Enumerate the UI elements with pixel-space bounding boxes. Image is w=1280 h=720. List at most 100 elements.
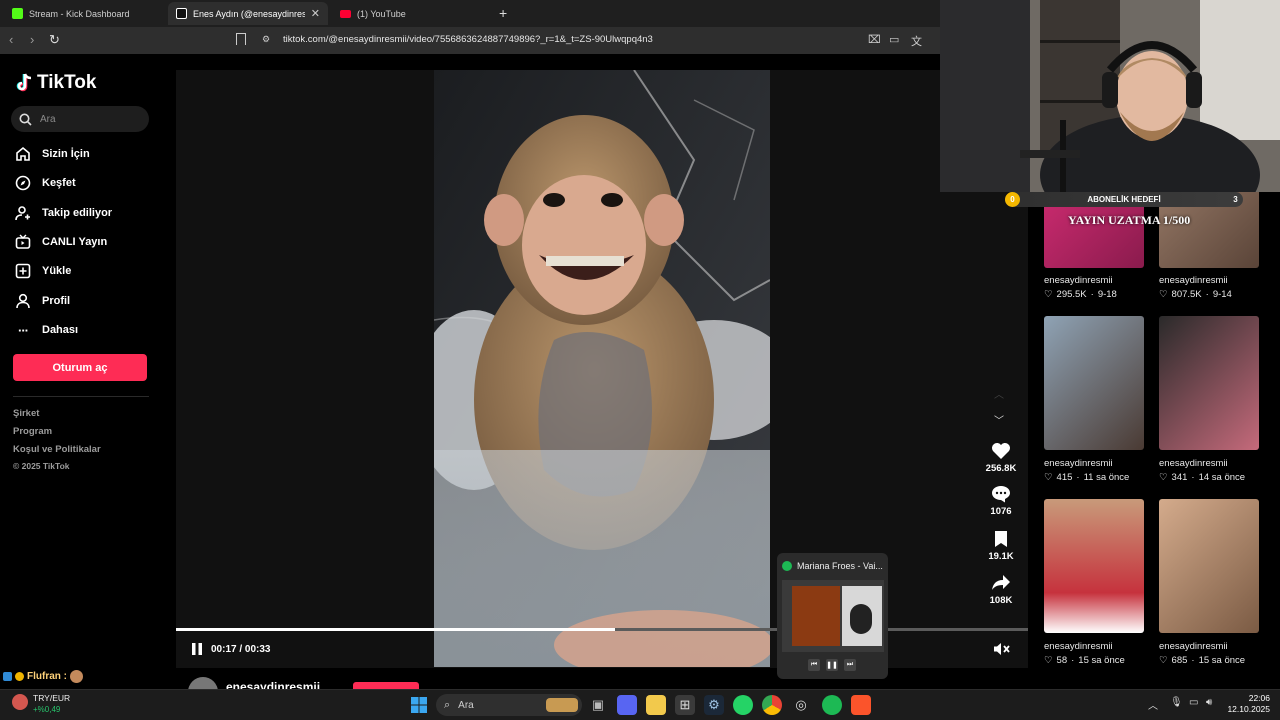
nav-label: Dahası (42, 324, 79, 336)
footer-link-program[interactable]: Program (13, 426, 52, 437)
task-view-icon[interactable]: ▣ (588, 695, 608, 715)
speaker-muted-icon (994, 643, 1010, 655)
video-author-strip: enesaydinresmii (176, 677, 1028, 689)
thumb-date: 11 sa önce (1083, 472, 1130, 483)
video-thumbnail[interactable] (1159, 316, 1259, 450)
forward-icon[interactable]: › (30, 32, 34, 47)
video-frame[interactable] (434, 70, 770, 667)
network-icon[interactable]: ▭ (1189, 697, 1198, 708)
video-thumbnail[interactable] (1159, 499, 1259, 633)
footer-link-company[interactable]: Şirket (13, 408, 39, 419)
follow-button[interactable] (353, 682, 419, 689)
next-video-icon[interactable]: ﹀ (994, 412, 1004, 427)
search-input[interactable]: Ara (11, 106, 149, 132)
video-thumbnail[interactable] (1044, 316, 1144, 450)
comment-button[interactable]: 1076 (983, 485, 1019, 517)
nav-item-profile[interactable]: Profil (14, 292, 70, 310)
volume-icon[interactable]: 🔊︎ (1206, 697, 1212, 708)
taskbar-search-placeholder: Ara (458, 699, 474, 711)
sub-goal-target: 3 (1233, 195, 1238, 204)
nav-item-more[interactable]: ··· Dahası (14, 321, 78, 339)
thumb-stats: ♡ 341 · 14 sa önce (1159, 472, 1246, 483)
spotify-mini-player[interactable]: Mariana Froes - Vai... ⏮ ❚❚ ⏭ (777, 553, 888, 679)
monkey-emoji-icon (70, 670, 83, 683)
weather-widget-icon[interactable] (12, 694, 28, 710)
steam-icon[interactable]: ⚙ (704, 695, 724, 715)
discord-icon[interactable] (617, 695, 637, 715)
nav-item-for-you[interactable]: Sizin İçin (14, 145, 90, 163)
mute-button[interactable] (993, 642, 1011, 659)
video-thumbnail[interactable] (1044, 499, 1144, 633)
obs-icon[interactable]: ◎ (791, 695, 811, 715)
microphone-icon[interactable]: 🎙︎ (1170, 697, 1183, 708)
taskbar-search[interactable]: ⌕ Ara (436, 694, 582, 716)
reload-icon[interactable]: ↻ (49, 32, 60, 48)
like-button[interactable]: 256.8K (983, 442, 1019, 474)
heart-outline-icon: ♡ (1044, 655, 1053, 666)
prev-video-icon[interactable]: ︿ (994, 386, 1004, 401)
spotify-taskbar-icon[interactable] (822, 695, 842, 715)
thumb-username[interactable]: enesaydinresmii (1159, 458, 1228, 469)
clock-time: 22:06 (1248, 693, 1270, 703)
tiktok-logo[interactable]: TikTok (16, 72, 96, 94)
new-tab-icon[interactable]: + (499, 5, 507, 21)
youtube-favicon-icon (340, 9, 351, 18)
close-tab-icon[interactable]: ✕ (311, 7, 320, 20)
kick-favicon-icon (12, 8, 23, 19)
thumb-username[interactable]: enesaydinresmii (1159, 275, 1228, 286)
nav-item-following[interactable]: Takip ediliyor (14, 204, 112, 222)
taskbar-clock[interactable]: 22:06 12.10.2025 (1224, 693, 1270, 715)
save-button[interactable]: 19.1K (983, 530, 1019, 562)
nav-label: Yükle (42, 265, 72, 277)
badge-icon (3, 672, 12, 681)
profile-icon (14, 292, 32, 310)
share-count: 108K (989, 595, 1013, 606)
thumb-likes: 341 (1171, 472, 1188, 483)
bookmark-icon[interactable] (236, 33, 246, 45)
back-icon[interactable]: ‹ (9, 32, 13, 47)
tab-youtube[interactable]: (1) YouTube (332, 2, 492, 25)
url-field[interactable]: tiktok.com/@enesaydinresmii/video/755686… (283, 34, 653, 45)
following-icon (14, 204, 32, 222)
nav-item-live[interactable]: CANLI Yayın (14, 233, 107, 251)
ticker-label[interactable]: TRY/EUR (33, 693, 70, 703)
pip-icon[interactable]: ▭ (889, 33, 899, 46)
bookmark-icon (995, 531, 1007, 547)
thumb-username[interactable]: enesaydinresmii (1044, 458, 1113, 469)
thumb-date: 14 sa önce (1198, 472, 1246, 483)
footer-link-terms[interactable]: Koşul ve Politikalar (13, 444, 101, 455)
file-explorer-icon[interactable] (646, 695, 666, 715)
thumb-stats: ♡ 58 · 15 sa önce (1044, 655, 1125, 666)
previous-track-icon[interactable]: ⏮ (808, 659, 820, 671)
thumb-username[interactable]: enesaydinresmii (1044, 641, 1113, 652)
next-track-icon[interactable]: ⏭ (844, 659, 856, 671)
heart-outline-icon: ♡ (1159, 472, 1168, 483)
tab-tiktok[interactable]: Enes Aydın (@enesaydinresmii) | ✕ (168, 2, 328, 25)
streamer-webcam (940, 0, 1280, 192)
tab-kick-dashboard[interactable]: Stream - Kick Dashboard (4, 2, 164, 25)
pause-track-icon[interactable]: ❚❚ (826, 659, 838, 671)
brave-icon[interactable] (851, 695, 871, 715)
share-button[interactable]: 108K (983, 574, 1019, 606)
whatsapp-icon[interactable] (733, 695, 753, 715)
tray-chevron-icon[interactable]: ︿ (1148, 697, 1158, 712)
translate-icon[interactable]: 文 (911, 33, 922, 49)
nav-item-upload[interactable]: Yükle (14, 262, 71, 280)
store-icon[interactable]: ⊞ (675, 695, 695, 715)
nav-item-explore[interactable]: Keşfet (14, 174, 76, 192)
site-info-icon[interactable]: ⚙ (262, 34, 270, 45)
search-icon (19, 113, 32, 126)
author-avatar[interactable] (188, 677, 218, 689)
translate-off-icon[interactable]: ⌧ (868, 33, 881, 46)
login-button[interactable]: Oturum aç (13, 354, 147, 381)
thumb-username[interactable]: enesaydinresmii (1159, 641, 1228, 652)
thumb-stats: ♡ 807.5K · 9-14 (1159, 289, 1232, 300)
start-icon[interactable] (409, 695, 429, 715)
author-username[interactable]: enesaydinresmii (226, 680, 320, 689)
video-time: 00:17 / 00:33 (211, 644, 271, 655)
thumb-username[interactable]: enesaydinresmii (1044, 275, 1113, 286)
tab-label: (1) YouTube (357, 8, 406, 19)
tab-label: Stream - Kick Dashboard (29, 8, 130, 19)
pause-button[interactable] (190, 642, 204, 656)
chrome-icon[interactable] (762, 695, 782, 715)
